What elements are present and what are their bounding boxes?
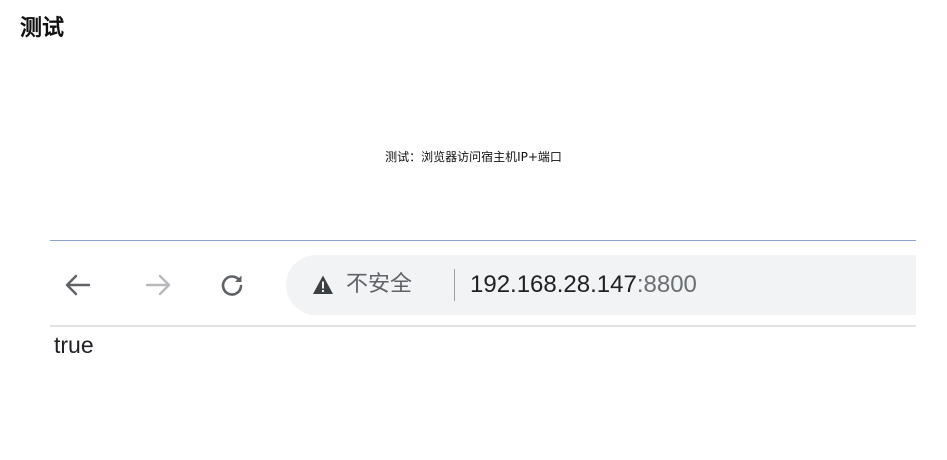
back-button[interactable] bbox=[64, 271, 92, 299]
reload-button[interactable] bbox=[218, 271, 246, 299]
browser-toolbar: 不安全 192.168.28.147:8800 bbox=[50, 241, 916, 327]
address-divider bbox=[454, 269, 455, 301]
browser-screenshot: 不安全 192.168.28.147:8800 true bbox=[50, 240, 916, 360]
reload-icon bbox=[221, 275, 243, 296]
address-bar[interactable]: 不安全 192.168.28.147:8800 bbox=[286, 255, 916, 315]
page-response-text: true bbox=[54, 332, 94, 358]
section-heading: 测试 bbox=[20, 16, 65, 41]
arrow-left-icon bbox=[65, 274, 91, 296]
image-caption: 测试：浏览器访问宿主机IP+端口 bbox=[385, 150, 562, 164]
warning-triangle-icon[interactable] bbox=[312, 274, 334, 296]
document-page: 测试 测试：浏览器访问宿主机IP+端口 不安全 192.168.28.147:8… bbox=[0, 0, 947, 460]
url-text[interactable]: 192.168.28.147:8800 bbox=[470, 269, 697, 301]
arrow-right-icon bbox=[145, 274, 171, 296]
url-port: :8800 bbox=[636, 271, 697, 298]
forward-button[interactable] bbox=[144, 271, 172, 299]
not-secure-label[interactable]: 不安全 bbox=[346, 269, 412, 301]
url-host: 192.168.28.147 bbox=[470, 271, 637, 298]
